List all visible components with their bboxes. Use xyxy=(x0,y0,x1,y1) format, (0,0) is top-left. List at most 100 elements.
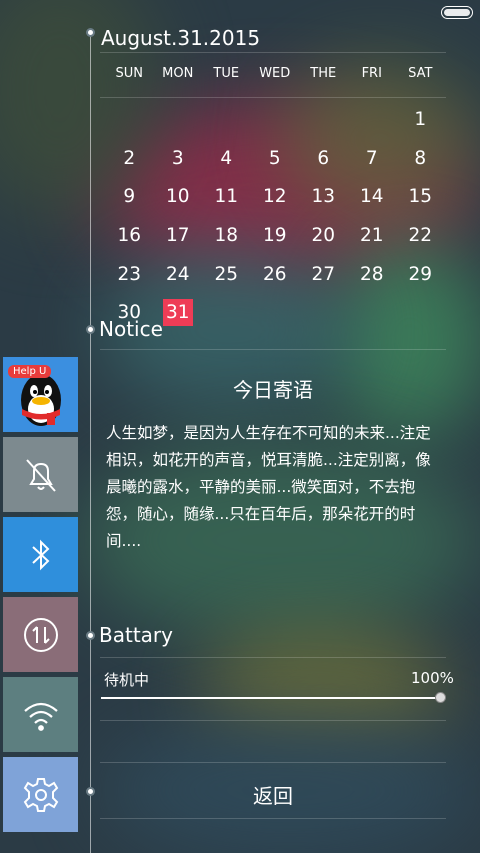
calendar-day[interactable]: 14 xyxy=(348,183,397,210)
timeline-dot-notice xyxy=(86,325,95,334)
calendar-day-number: 14 xyxy=(359,186,384,208)
calendar-day-number: 21 xyxy=(359,224,384,246)
calendar-day-number: 25 xyxy=(214,263,239,285)
calendar-day[interactable]: 28 xyxy=(348,261,397,288)
battery-percent: 100% xyxy=(411,669,454,687)
calendar-day[interactable]: 15 xyxy=(396,183,445,210)
calendar-day-number xyxy=(308,119,338,125)
calendar-day[interactable]: 9 xyxy=(105,183,154,210)
calendar-day[interactable]: 25 xyxy=(202,261,251,288)
calendar-grid: 1 2 3 4 5 6 7 8 9 10 11 12 13 14 15 16 17 18 19 20 21 22 23 24 2… xyxy=(105,100,445,332)
calendar-day-number xyxy=(357,119,387,125)
calendar-day xyxy=(251,109,300,130)
calendar-day-number: 17 xyxy=(165,224,190,246)
weekday-label: SAT xyxy=(408,66,433,81)
calendar-day xyxy=(348,302,397,323)
bell-off-icon xyxy=(25,458,56,492)
calendar-day xyxy=(251,302,300,323)
calendar-day-number xyxy=(357,312,387,318)
bluetooth-button[interactable] xyxy=(3,517,78,592)
calendar-day[interactable]: 5 xyxy=(251,145,300,172)
calendar-day xyxy=(105,109,154,130)
notice-title: 今日寄语 xyxy=(233,378,313,402)
calendar-day[interactable]: 8 xyxy=(396,145,445,172)
divider xyxy=(100,52,446,53)
calendar-day[interactable]: 13 xyxy=(299,183,348,210)
calendar-day-number xyxy=(260,312,290,318)
calendar-day[interactable]: 16 xyxy=(105,222,154,249)
calendar-day-number: 12 xyxy=(262,186,287,208)
calendar-day-number xyxy=(260,119,290,125)
calendar-day-number: 6 xyxy=(317,147,330,169)
calendar-day-number: 18 xyxy=(214,224,239,246)
calendar-week-row: 1 xyxy=(105,100,445,139)
notice-heading: Notice xyxy=(99,317,163,341)
calendar-day[interactable]: 4 xyxy=(202,145,251,172)
calendar-day[interactable]: 27 xyxy=(299,261,348,288)
calendar-day-number: 1 xyxy=(414,108,427,130)
calendar-day xyxy=(396,302,445,323)
calendar-day-number xyxy=(211,119,241,125)
panel-toggle[interactable] xyxy=(441,6,473,19)
calendar-day-number: 31 xyxy=(162,299,193,327)
weekday-label: THE xyxy=(310,66,337,81)
data-transfer-icon xyxy=(23,617,58,652)
weekday-label: TUE xyxy=(213,66,240,81)
help-u-button[interactable]: Help U xyxy=(3,357,78,432)
calendar-day[interactable]: 21 xyxy=(348,222,397,249)
divider xyxy=(100,657,446,658)
weekday-label: FRI xyxy=(361,66,382,81)
divider xyxy=(100,349,446,350)
weekday-label: WED xyxy=(259,66,291,81)
battery-status: 待机中 xyxy=(104,671,150,689)
calendar-week-row: 23 24 25 26 27 28 29 xyxy=(105,255,445,294)
divider xyxy=(100,720,446,721)
calendar-day-number: 26 xyxy=(262,263,287,285)
calendar-week-row: 9 10 11 12 13 14 15 xyxy=(105,177,445,216)
divider xyxy=(100,762,446,763)
calendar-day[interactable]: 29 xyxy=(396,261,445,288)
calendar-day-number: 15 xyxy=(408,186,433,208)
calendar-day-number: 5 xyxy=(268,147,281,169)
divider xyxy=(100,97,446,98)
calendar-day-number: 19 xyxy=(262,224,287,246)
timeline-line xyxy=(90,30,91,853)
calendar-day[interactable]: 22 xyxy=(396,222,445,249)
calendar-day[interactable]: 26 xyxy=(251,261,300,288)
calendar-date-title: August.31.2015 xyxy=(101,26,261,50)
calendar-day[interactable]: 1 xyxy=(396,106,445,133)
calendar-day-number: 10 xyxy=(165,186,190,208)
calendar-day-number: 16 xyxy=(117,224,142,246)
battery-level-thumb xyxy=(435,692,446,703)
silent-mode-button[interactable] xyxy=(3,437,78,512)
calendar-day-number: 24 xyxy=(165,263,190,285)
weekday-label: MON xyxy=(162,66,194,81)
calendar-day-number: 9 xyxy=(123,186,136,208)
weekday-label: SUN xyxy=(115,66,144,81)
calendar-day xyxy=(299,302,348,323)
calendar-day[interactable]: 10 xyxy=(154,183,203,210)
calendar-day xyxy=(299,109,348,130)
notice-body: 人生如梦，是因为人生存在不可知的未来...注定相识，如花开的声音，悦耳清脆...… xyxy=(106,424,431,550)
wifi-button[interactable] xyxy=(3,677,78,752)
calendar-day[interactable]: 20 xyxy=(299,222,348,249)
calendar-day-number: 4 xyxy=(220,147,233,169)
calendar-day-number: 22 xyxy=(408,224,433,246)
calendar-day[interactable]: 18 xyxy=(202,222,251,249)
calendar-day[interactable]: 11 xyxy=(202,183,251,210)
calendar-day[interactable]: 23 xyxy=(105,261,154,288)
calendar-day[interactable]: 3 xyxy=(154,145,203,172)
divider xyxy=(100,818,446,819)
calendar-day[interactable]: 6 xyxy=(299,145,348,172)
calendar-day[interactable]: 12 xyxy=(251,183,300,210)
calendar-day[interactable]: 19 xyxy=(251,222,300,249)
mobile-data-button[interactable] xyxy=(3,597,78,672)
calendar-day xyxy=(154,109,203,130)
calendar-day[interactable]: 2 xyxy=(105,145,154,172)
calendar-day[interactable]: 24 xyxy=(154,261,203,288)
calendar-day-number: 13 xyxy=(311,186,336,208)
back-button[interactable]: 返回 xyxy=(100,780,446,809)
calendar-day[interactable]: 7 xyxy=(348,145,397,172)
settings-button[interactable] xyxy=(3,757,78,832)
calendar-day[interactable]: 17 xyxy=(154,222,203,249)
